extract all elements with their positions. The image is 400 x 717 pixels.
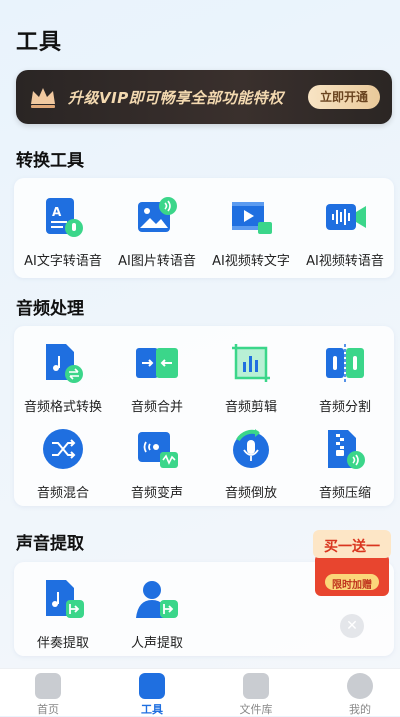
tool-ai-video-to-speech[interactable]: AI视频转语音 <box>298 194 392 269</box>
tool-audio-format-convert[interactable]: 音频格式转换 <box>16 340 110 415</box>
tool-label: 音频倒放 <box>224 486 277 501</box>
promo-close-button[interactable]: ✕ <box>340 614 364 638</box>
vocal-person-icon <box>136 581 178 618</box>
tool-audio-mix[interactable]: 音频混合 <box>16 426 110 501</box>
tool-label: 音频合并 <box>130 400 183 415</box>
vip-banner-text: 升级VIP即可畅享全部功能特权 <box>68 89 284 107</box>
voice-change-icon <box>138 432 178 468</box>
tool-label: AI文字转语音 <box>24 254 102 269</box>
tool-audio-compress[interactable]: 音频压缩 <box>298 426 392 501</box>
section-title-convert: 转换工具 <box>16 151 84 171</box>
video-to-speech-icon <box>326 204 366 230</box>
tool-label: AI视频转语音 <box>306 254 384 269</box>
tab-tools[interactable]: 工具 <box>122 673 182 717</box>
page-title: 工具 <box>16 30 63 55</box>
tool-audio-voice-change[interactable]: 音频变声 <box>110 426 204 501</box>
image-to-speech-icon <box>138 197 177 232</box>
tool-label: 音频格式转换 <box>23 400 102 415</box>
bottom-tab-bar: 首页 工具 文件库 我的 <box>0 668 400 716</box>
music-folder-icon <box>139 673 165 699</box>
zip-icon <box>328 430 365 469</box>
tool-label: 伴奏提取 <box>36 636 89 651</box>
tab-home[interactable]: 首页 <box>18 673 78 717</box>
tool-audio-split[interactable]: 音频分割 <box>298 340 392 415</box>
tool-label: 音频变声 <box>130 486 183 501</box>
tool-label: AI图片转语音 <box>118 254 196 269</box>
reverse-mic-icon <box>233 429 269 468</box>
promo-bottom-text: 限时加赠 <box>332 580 372 591</box>
close-icon: ✕ <box>346 618 358 634</box>
tool-vocal-extract[interactable]: 人声提取 <box>110 576 204 651</box>
audio-tools-card: 音频格式转换 音频合并 音频剪辑 音频分割 音频混合 音频变声 音频倒放 音频压… <box>14 326 394 506</box>
format-convert-icon <box>46 344 83 383</box>
tool-label: 音频剪辑 <box>224 400 277 415</box>
shuffle-icon <box>43 429 83 469</box>
tab-file-library[interactable]: 文件库 <box>226 673 286 717</box>
crown-icon <box>31 88 55 108</box>
promo-top-text: 买一送一 <box>324 539 380 555</box>
tool-label: AI视频转文字 <box>212 254 290 269</box>
promo-badge[interactable]: 买一送一 限时加赠 <box>313 524 391 598</box>
tool-label: 音频压缩 <box>318 486 371 501</box>
accompaniment-icon <box>46 580 84 618</box>
tool-audio-trim[interactable]: 音频剪辑 <box>204 340 298 415</box>
svg-text:A: A <box>52 205 62 219</box>
tool-audio-reverse[interactable]: 音频倒放 <box>204 426 298 501</box>
grid-icon <box>243 673 269 699</box>
section-title-extract: 声音提取 <box>16 534 84 554</box>
trim-icon <box>232 344 270 382</box>
tool-label: 音频分割 <box>318 400 371 415</box>
tool-label: 人声提取 <box>130 636 183 651</box>
tool-accompaniment-extract[interactable]: 伴奏提取 <box>16 576 110 651</box>
section-title-audio: 音频处理 <box>16 299 84 319</box>
split-icon <box>326 344 364 382</box>
tool-ai-video-to-text[interactable]: AI视频转文字 <box>204 194 298 269</box>
tool-ai-text-to-speech[interactable]: A AI文字转语音 <box>16 194 110 269</box>
home-icon <box>35 673 61 699</box>
merge-icon <box>136 348 178 378</box>
tab-mine[interactable]: 我的 <box>330 673 390 717</box>
tool-ai-image-to-speech[interactable]: AI图片转语音 <box>110 194 204 269</box>
tool-label: 音频混合 <box>36 486 89 501</box>
video-to-text-icon <box>232 202 272 234</box>
convert-tools-card: A AI文字转语音 AI图片转语音 AI视频转文字 AI视频转语音 <box>14 178 394 278</box>
text-to-speech-icon: A <box>46 198 83 237</box>
vip-open-button[interactable]: 立即开通 <box>307 85 380 109</box>
user-icon <box>347 673 373 699</box>
tool-audio-merge[interactable]: 音频合并 <box>110 340 204 415</box>
vip-banner[interactable]: 升级VIP即可畅享全部功能特权 立即开通 <box>16 70 392 124</box>
